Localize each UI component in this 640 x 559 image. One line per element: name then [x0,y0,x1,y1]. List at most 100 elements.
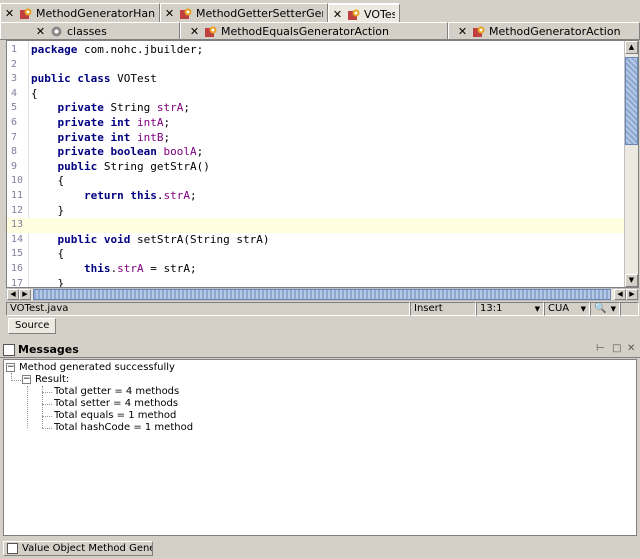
tree-item[interactable]: Total getter = 4 methods [54,386,179,398]
scroll-right-arrow-icon[interactable]: ▶ [626,289,638,300]
tree-connector [27,386,28,428]
line-number: 13 [11,219,24,231]
tree-connector [42,392,52,393]
code-line[interactable]: 11 return this.strA; [7,189,624,204]
tab-source[interactable]: Source [8,318,57,334]
code-line[interactable]: 9 public String getStrA() [7,160,624,175]
vertical-scrollbar[interactable]: ▲ ▼ [624,41,638,287]
line-number: 1 [11,44,18,55]
code-text: { [31,174,65,188]
scroll-left-arrow-icon[interactable]: ◀ [7,289,19,300]
close-icon[interactable]: ✕ [332,9,343,20]
code-line[interactable]: 1 package com.nohc.jbuilder; [7,43,624,58]
close-icon[interactable]: ✕ [627,343,635,354]
code-line[interactable]: 4{ [7,87,624,102]
code-area[interactable]: 1 package com.nohc.jbuilder; 2 3 public clas… [7,43,624,288]
tab-method-generator-action[interactable]: ✕ MethodGeneratorAction [448,22,640,39]
tree-connector [42,404,52,405]
java-file-icon [205,26,217,37]
code-line[interactable]: 3 public class VOTest [7,72,624,87]
code-line[interactable]: 13 [7,218,624,233]
tab-votest[interactable]: ✕ VOTest [328,3,400,23]
close-icon[interactable]: ✕ [4,8,15,19]
scroll-down-arrow-icon[interactable]: ▼ [625,274,638,287]
horizontal-scrollbar[interactable]: ◀ ▶ ◀ ▶ [6,288,639,301]
tree-result-node[interactable]: − Result: [22,374,69,386]
status-keymap[interactable]: CUA ▼ [544,302,590,316]
line-number: 12 [11,204,24,216]
code-line[interactable]: 6 private int intA; [7,116,624,131]
tree-item[interactable]: Total equals = 1 method [54,410,176,422]
messages-panel-header: Messages ⊢ □ ✕ [0,342,640,358]
scroll-up-arrow-icon[interactable]: ▲ [625,41,638,54]
chevron-down-icon: ▼ [580,305,586,313]
collapse-icon[interactable]: − [22,374,31,384]
line-number: 2 [11,58,18,70]
tree-item[interactable]: Total setter = 4 methods [54,398,178,410]
code-text: private int intA; [57,115,171,129]
close-icon[interactable]: ✕ [35,26,46,37]
code-text: private int intB; [57,130,171,144]
code-line[interactable]: 14 public void setStrA(String strA) [7,233,624,248]
scroll-left-arrow-icon[interactable]: ◀ [614,289,626,300]
tree-item[interactable]: Total hashCode = 1 method [54,422,193,434]
tab-label: classes [67,24,107,38]
horizontal-scroll-thumb[interactable] [33,289,611,300]
tab-method-equals-generator-action[interactable]: ✕ MethodEqualsGeneratorAction [180,22,448,39]
code-text: public class VOTest [31,72,157,86]
line-number: 15 [11,248,24,260]
tab-label: MethodGeneratorHandler [36,7,155,20]
code-text: { [31,247,65,261]
status-cursor-position[interactable]: 13:1 ▼ [476,302,544,316]
maximize-icon[interactable]: □ [612,343,621,354]
code-text: private String strA; [57,101,190,115]
code-line[interactable]: 7 private int intB; [7,131,624,146]
java-file-icon [180,8,192,19]
pin-icon[interactable]: ⊢ [596,343,605,354]
tab-method-generator-handler[interactable]: ✕ MethodGeneratorHandler [0,3,160,23]
line-number: 3 [11,73,18,85]
editor-status-bar: VOTest.java Insert 13:1 ▼ CUA ▼ 🔍 ▼ [6,302,639,316]
code-line[interactable]: 2 [7,58,624,73]
tab-classes[interactable]: ✕ classes [0,22,180,39]
tab-value-object-method-generator[interactable]: Value Object Method Gener... [3,541,153,556]
search-icon: 🔍 [594,303,607,314]
line-number: 5 [11,102,18,114]
code-editor[interactable]: 1 package com.nohc.jbuilder; 2 3 public clas… [6,40,639,288]
status-search[interactable]: 🔍 ▼ [590,302,620,316]
editor-tabs-row-1: ✕ MethodGeneratorHandler ✕ MethodGetterS… [0,3,640,23]
messages-title: Messages [18,343,79,356]
line-number: 7 [11,131,18,143]
tab-label: VOTest [364,7,395,21]
status-extra [620,302,639,316]
vertical-scroll-thumb[interactable] [625,57,638,145]
code-line[interactable]: 16 this.strA = strA; [7,262,624,277]
code-line[interactable]: 5 private String strA; [7,101,624,116]
status-insert-mode[interactable]: Insert [410,302,476,316]
code-text: } [31,276,65,288]
line-number: 4 [11,87,18,99]
messages-icon [3,343,15,356]
code-line[interactable]: 10 { [7,174,624,189]
collapse-icon[interactable]: − [6,362,15,372]
tab-method-getter-setter-generator[interactable]: ✕ MethodGetterSetterGenerat... [160,3,328,23]
gear-icon [51,26,62,36]
code-line[interactable]: 8 private boolean boolA; [7,145,624,160]
line-number: 14 [11,233,24,245]
code-line[interactable]: 12 } [7,204,624,219]
chevron-down-icon: ▼ [534,305,540,313]
code-text: return this.strA; [83,188,197,202]
tree-root-node[interactable]: − Method generated successfully [6,362,175,374]
status-file-name: VOTest.java [6,302,410,316]
code-line[interactable]: 15 { [7,247,624,262]
tab-strip-filler [400,3,640,23]
scroll-right-arrow-icon[interactable]: ▶ [19,289,31,300]
java-file-icon [20,8,32,19]
line-number: 10 [11,175,24,187]
close-icon[interactable]: ✕ [164,8,175,19]
close-icon[interactable]: ✕ [189,26,200,37]
close-icon[interactable]: ✕ [457,26,468,37]
code-text: public String getStrA() [57,159,210,173]
code-line[interactable]: 17 } [7,276,624,288]
java-file-icon [473,26,485,37]
